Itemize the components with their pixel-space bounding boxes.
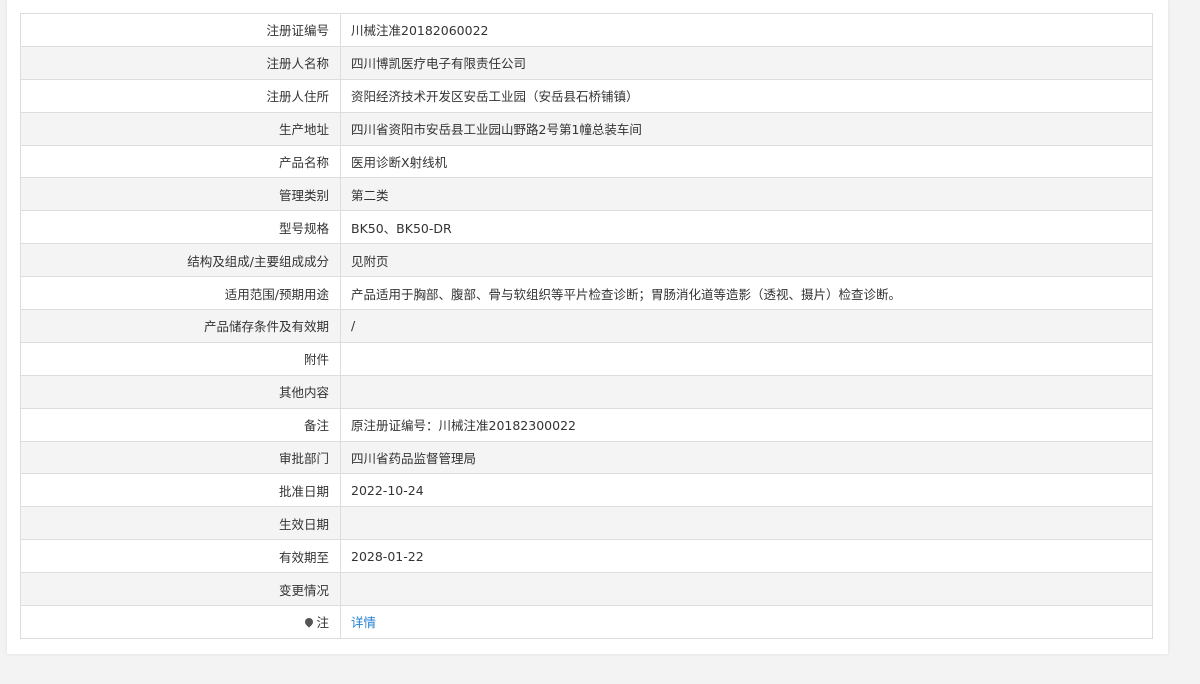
row-label: 注册证编号 [20,13,341,47]
row-value: 四川省资阳市安岳县工业园山野路2号第1幢总装车间 [340,111,1153,146]
row-label: 生产地址 [20,111,341,146]
row-label: 结构及组成/主要组成成分 [20,243,341,278]
row-label: 注册人名称 [20,45,341,80]
table-row: 产品名称 医用诊断X射线机 [20,144,1153,179]
table-row: 批准日期 2022-10-24 [20,473,1153,508]
row-label: 变更情况 [20,572,341,607]
note-label-cell: 注 [20,605,341,639]
row-value: 第二类 [340,177,1153,212]
row-value [340,341,1153,376]
row-value: 2022-10-24 [340,473,1153,508]
row-label: 适用范围/预期用途 [20,276,341,311]
table-row: 附件 [20,341,1153,376]
detail-panel: 注册证编号 川械注准20182060022 注册人名称 四川博凯医疗电子有限责任… [7,0,1168,654]
table-row: 产品储存条件及有效期 / [20,309,1153,343]
table-row: 型号规格 BK50、BK50-DR [20,210,1153,245]
row-label: 备注 [20,407,341,442]
row-value: 川械注准20182060022 [340,13,1153,47]
table-row: 生效日期 [20,506,1153,541]
row-value [340,506,1153,541]
row-value: / [340,309,1153,343]
row-value: 原注册证编号：川械注准20182300022 [340,407,1153,442]
table-row: 生产地址 四川省资阳市安岳县工业园山野路2号第1幢总装车间 [20,111,1153,146]
row-value [340,374,1153,409]
row-value: 四川省药品监督管理局 [340,440,1153,475]
note-label: 注 [316,615,329,631]
row-value: 2028-01-22 [340,539,1153,574]
table-row: 管理类别 第二类 [20,177,1153,212]
table-row: 注册人住所 资阳经济技术开发区安岳工业园（安岳县石桥铺镇） [20,78,1153,113]
row-value: 资阳经济技术开发区安岳工业园（安岳县石桥铺镇） [340,78,1153,113]
row-label: 管理类别 [20,177,341,212]
row-label: 附件 [20,341,341,376]
row-label: 生效日期 [20,506,341,541]
row-value: 医用诊断X射线机 [340,144,1153,179]
table-row: 注册证编号 川械注准20182060022 [20,13,1153,47]
pin-icon [303,616,316,629]
table-row: 备注 原注册证编号：川械注准20182300022 [20,407,1153,442]
row-label: 审批部门 [20,440,341,475]
row-value: 见附页 [340,243,1153,278]
table-row: 注册人名称 四川博凯医疗电子有限责任公司 [20,45,1153,80]
registration-detail-table: 注册证编号 川械注准20182060022 注册人名称 四川博凯医疗电子有限责任… [20,13,1153,639]
row-value [340,572,1153,607]
row-label: 产品名称 [20,144,341,179]
note-value-cell: 详情 [340,605,1153,639]
table-row-note: 注 详情 [20,605,1153,639]
table-row: 其他内容 [20,374,1153,409]
table-row: 结构及组成/主要组成成分 见附页 [20,243,1153,278]
details-link[interactable]: 详情 [351,615,376,630]
row-label: 型号规格 [20,210,341,245]
row-value: BK50、BK50-DR [340,210,1153,245]
row-label: 其他内容 [20,374,341,409]
table-row: 审批部门 四川省药品监督管理局 [20,440,1153,475]
table-row: 有效期至 2028-01-22 [20,539,1153,574]
row-value: 产品适用于胸部、腹部、骨与软组织等平片检查诊断；胃肠消化道等造影（透视、摄片）检… [340,276,1153,311]
table-row: 变更情况 [20,572,1153,607]
row-label: 产品储存条件及有效期 [20,309,341,343]
table-row: 适用范围/预期用途 产品适用于胸部、腹部、骨与软组织等平片检查诊断；胃肠消化道等… [20,276,1153,311]
row-label: 批准日期 [20,473,341,508]
row-label: 有效期至 [20,539,341,574]
row-value: 四川博凯医疗电子有限责任公司 [340,45,1153,80]
row-label: 注册人住所 [20,78,341,113]
